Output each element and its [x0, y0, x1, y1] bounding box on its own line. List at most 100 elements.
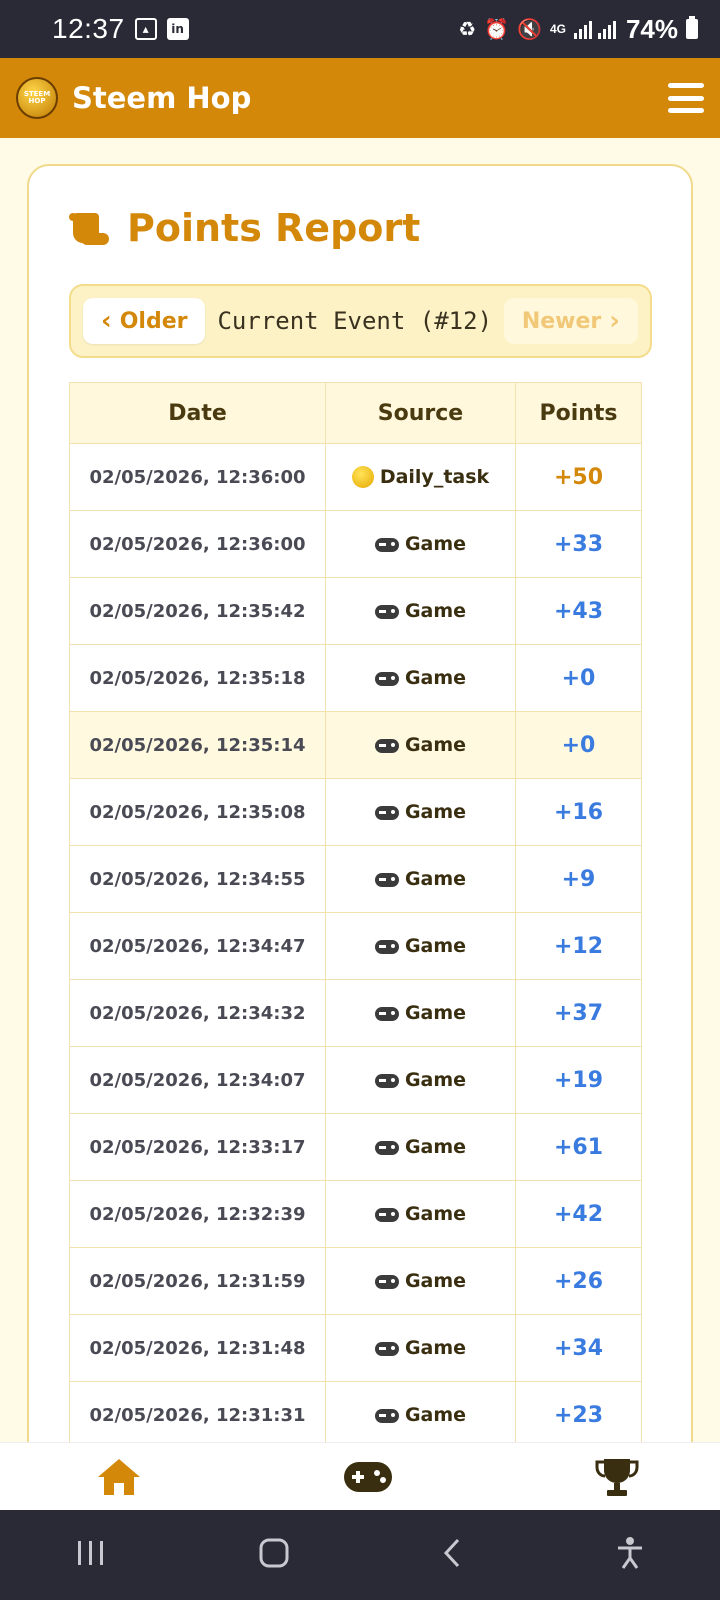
row-source: Game: [325, 912, 516, 980]
table-row: 02/05/2026, 12:34:07 Game +19: [69, 1046, 642, 1114]
gamepad-icon: [374, 671, 399, 686]
row-source: Game: [325, 644, 516, 712]
back-icon[interactable]: [440, 1537, 464, 1573]
row-points: +19: [515, 1046, 642, 1114]
row-points: +23: [515, 1381, 642, 1449]
row-source: Game: [325, 510, 516, 578]
newer-button[interactable]: Newer ›: [503, 298, 638, 344]
row-source-label: Game: [404, 1136, 467, 1158]
image-icon: ▴: [134, 18, 157, 40]
battery-percent: 74%: [625, 13, 678, 44]
page-title: Points Report: [69, 206, 420, 250]
row-points: +12: [515, 912, 642, 980]
row-source-label: Game: [404, 600, 467, 622]
row-source-label: Game: [404, 1270, 467, 1292]
row-points: +0: [515, 711, 642, 779]
table-header-row: Date Source Points: [69, 382, 642, 444]
gamepad-icon: [374, 1408, 399, 1423]
gamepad-icon: [374, 872, 399, 887]
row-points: +33: [515, 510, 642, 578]
header-source: Source: [325, 382, 516, 444]
row-source: Game: [325, 1314, 516, 1382]
table-row: 02/05/2026, 12:34:32 Game +37: [69, 979, 642, 1047]
row-points: +0: [515, 644, 642, 712]
row-date: 02/05/2026, 12:33:17: [69, 1113, 326, 1181]
scroll-icon: [69, 209, 109, 247]
table-row: 02/05/2026, 12:35:14 Game +0: [69, 711, 642, 779]
row-source: Game: [325, 845, 516, 913]
row-source: Game: [325, 1247, 516, 1315]
row-source: Game: [325, 778, 516, 846]
accessibility-icon[interactable]: [615, 1536, 645, 1574]
points-report-card: Points Report ‹ Older Current Event (#12…: [27, 164, 693, 1464]
table-row: 02/05/2026, 12:35:42 Game +43: [69, 577, 642, 645]
row-source-label: Game: [404, 1002, 467, 1024]
signal-icon: [573, 21, 616, 39]
gamepad-icon: [374, 1274, 399, 1289]
gamepad-icon: [374, 939, 399, 954]
status-time: 12:37: [52, 13, 125, 44]
table-row: 02/05/2026, 12:36:00 Daily_task +50: [69, 443, 642, 511]
table-row: 02/05/2026, 12:34:47 Game +12: [69, 912, 642, 980]
row-source-label: Game: [404, 801, 467, 823]
row-points: +37: [515, 979, 642, 1047]
app-header: STEEM HOP Steem Hop: [0, 58, 720, 138]
hamburger-menu-icon[interactable]: [668, 83, 704, 113]
row-source-label: Game: [404, 935, 467, 957]
table-row: 02/05/2026, 12:33:17 Game +61: [69, 1113, 642, 1181]
saver-icon: ♻: [458, 18, 477, 41]
gamepad-icon: [374, 1341, 399, 1356]
row-source: Game: [325, 979, 516, 1047]
row-source: Daily_task: [325, 443, 516, 511]
current-event-label: Current Event (#12): [217, 307, 493, 335]
older-label: Older: [119, 308, 188, 334]
network-type: 4G: [549, 22, 566, 36]
row-source-label: Game: [404, 734, 467, 756]
table-row: 02/05/2026, 12:31:48 Game +34: [69, 1314, 642, 1382]
gamepad-icon: [374, 1207, 399, 1222]
row-source: Game: [325, 1046, 516, 1114]
alarm-icon: ⏰: [484, 18, 510, 41]
row-points: +61: [515, 1113, 642, 1181]
row-points: +34: [515, 1314, 642, 1382]
gamepad-icon: [374, 805, 399, 820]
points-table: Date Source Points 02/05/2026, 12:36:00 …: [69, 382, 642, 1449]
app-logo[interactable]: STEEM HOP: [16, 77, 58, 119]
row-date: 02/05/2026, 12:34:47: [69, 912, 326, 980]
home-icon[interactable]: [96, 1457, 142, 1497]
status-bar: 12:37 ▴ in ♻ ⏰ 🔇 4G 74%: [0, 0, 720, 58]
newer-label: Newer: [521, 308, 602, 334]
battery-icon: [686, 16, 698, 39]
table-row: 02/05/2026, 12:31:31 Game +23: [69, 1381, 642, 1449]
coin-icon: [351, 466, 374, 489]
event-navigator: ‹ Older Current Event (#12) Newer ›: [69, 284, 652, 358]
row-points: +42: [515, 1180, 642, 1248]
table-row: 02/05/2026, 12:32:39 Game +42: [69, 1180, 642, 1248]
row-source: Game: [325, 711, 516, 779]
row-date: 02/05/2026, 12:36:00: [69, 510, 326, 578]
row-points: +50: [515, 443, 642, 511]
gamepad-icon[interactable]: [343, 1461, 393, 1493]
status-right: ♻ ⏰ 🔇 4G 74%: [458, 14, 698, 45]
row-source-label: Daily_task: [379, 465, 490, 488]
trophy-icon[interactable]: [594, 1456, 640, 1498]
table-row: 02/05/2026, 12:35:08 Game +16: [69, 778, 642, 846]
row-date: 02/05/2026, 12:31:48: [69, 1314, 326, 1382]
row-source: Game: [325, 1113, 516, 1181]
row-source: Game: [325, 577, 516, 645]
logo-text: STEEM HOP: [23, 90, 51, 105]
row-date: 02/05/2026, 12:31:31: [69, 1381, 326, 1449]
row-date: 02/05/2026, 12:32:39: [69, 1180, 326, 1248]
row-points: +16: [515, 778, 642, 846]
row-date: 02/05/2026, 12:36:00: [69, 443, 326, 511]
app-title[interactable]: Steem Hop: [72, 81, 251, 115]
table-row: 02/05/2026, 12:35:18 Game +0: [69, 644, 642, 712]
older-button[interactable]: ‹ Older: [83, 298, 206, 344]
row-source: Game: [325, 1180, 516, 1248]
row-source-label: Game: [404, 667, 467, 689]
gamepad-icon: [374, 738, 399, 753]
table-row: 02/05/2026, 12:36:00 Game +33: [69, 510, 642, 578]
mute-icon: 🔇: [517, 18, 542, 41]
recents-icon[interactable]: [75, 1538, 107, 1572]
home-button-icon[interactable]: [258, 1537, 290, 1573]
